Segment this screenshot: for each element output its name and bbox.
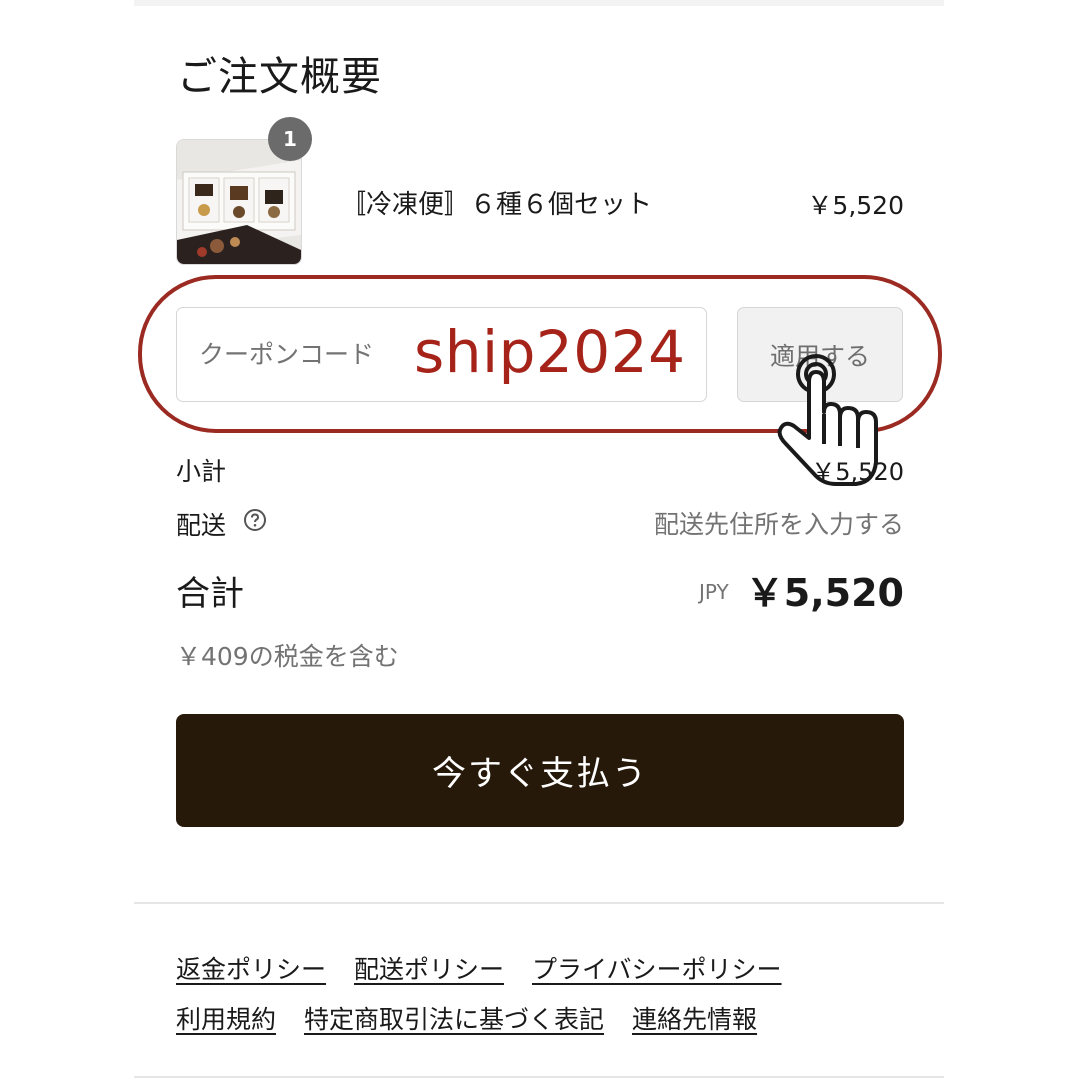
coupon-entered-code: ship2024 <box>414 318 686 386</box>
product-name: 〚冷凍便〛６種６個セット <box>340 190 653 220</box>
quantity-badge: 1 <box>268 117 312 161</box>
contact-info-link[interactable]: 連絡先情報 <box>632 1000 757 1036</box>
privacy-policy-link[interactable]: プライバシーポリシー <box>532 950 782 986</box>
total-value: ￥5,520 <box>745 571 904 615</box>
top-divider <box>134 0 944 6</box>
pay-now-button[interactable]: 今すぐ支払う <box>176 714 904 827</box>
terms-of-service-link[interactable]: 利用規約 <box>176 1000 276 1036</box>
question-circle-icon[interactable] <box>243 508 267 532</box>
total-label: 合計 <box>176 574 244 614</box>
footer-links-row-2: 利用規約 特定商取引法に基づく表記 連絡先情報 <box>176 1000 757 1036</box>
tax-note: ￥409の税金を含む <box>176 642 399 671</box>
footer-links-row-1: 返金ポリシー 配送ポリシー プライバシーポリシー <box>176 950 782 986</box>
shipping-label: 配送 <box>176 511 227 540</box>
product-price: ￥5,520 <box>807 191 904 220</box>
subtotal-value: ￥5,520 <box>811 458 904 486</box>
footer-divider <box>134 902 944 904</box>
currency-code: JPY <box>699 580 729 604</box>
apply-coupon-button[interactable]: 適用する <box>737 307 903 402</box>
subtotal-label: 小計 <box>176 457 227 486</box>
page-title: ご注文概要 <box>177 54 382 100</box>
shipping-value: 配送先住所を入力する <box>653 510 904 539</box>
bottom-divider <box>134 1076 944 1078</box>
legal-notice-link[interactable]: 特定商取引法に基づく表記 <box>304 1000 604 1036</box>
refund-policy-link[interactable]: 返金ポリシー <box>176 950 326 986</box>
shipping-policy-link[interactable]: 配送ポリシー <box>354 950 504 986</box>
